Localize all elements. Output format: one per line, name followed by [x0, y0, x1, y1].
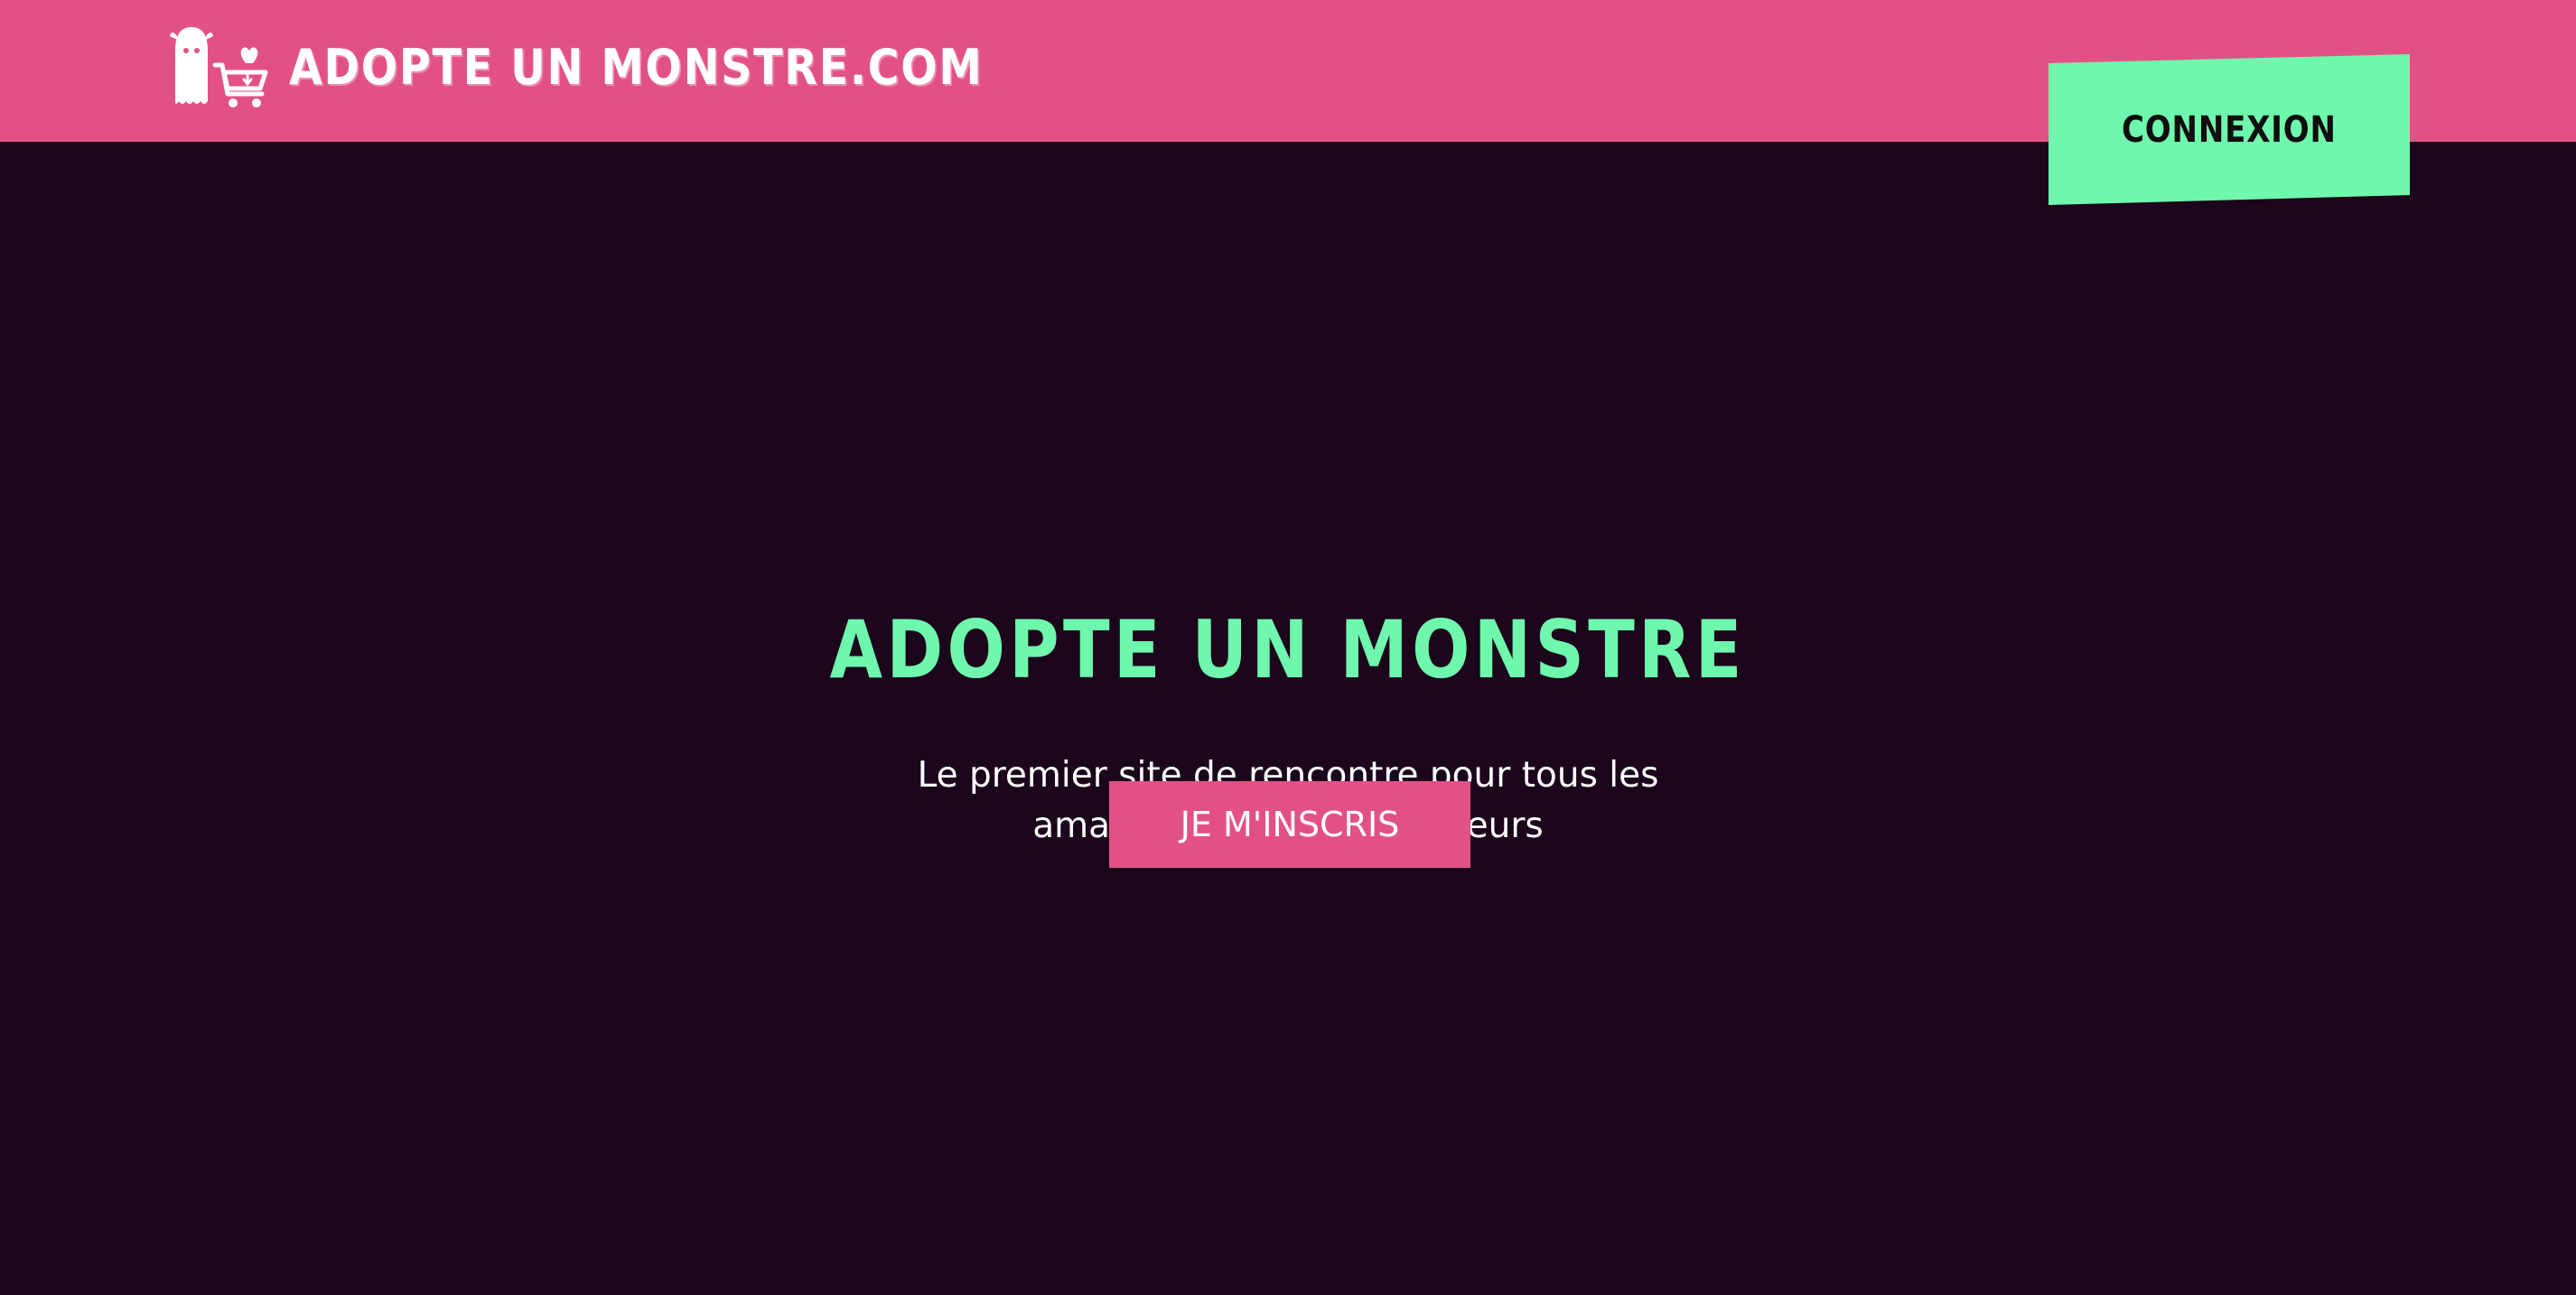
signup-button-label: Je m'inscris	[1180, 805, 1400, 844]
hero-section: Adopte un monstre Le premier site de ren…	[0, 142, 2576, 1295]
hero-title-text: Adopte un monstre	[829, 603, 1747, 696]
hero-title: Adopte un monstre	[0, 601, 2576, 700]
signup-button[interactable]: Je m'inscris	[1109, 781, 1470, 868]
ghost-with-shopping-cart-icon	[170, 27, 268, 107]
brand-home-link[interactable]: adopte un monstre.com	[168, 22, 1078, 112]
brand-name: adopte un monstre.com	[289, 38, 984, 96]
